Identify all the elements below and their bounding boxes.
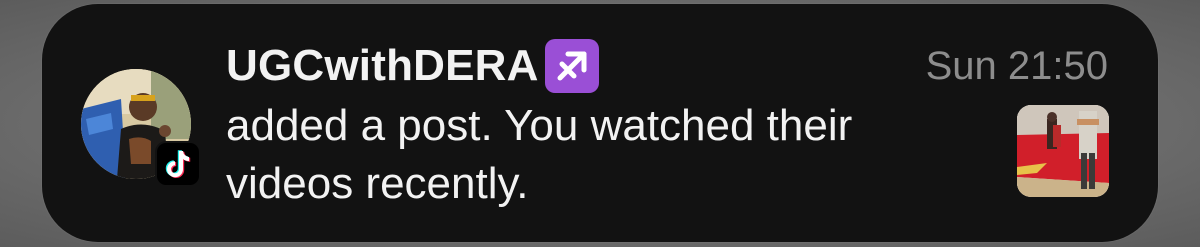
- sagittarius-emoji-icon: [544, 39, 599, 93]
- notification-header: UGCwithDERA: [226, 36, 599, 96]
- sender-avatar-group: [81, 69, 201, 187]
- tiktok-badge: [155, 141, 201, 187]
- post-thumbnail[interactable]: [1017, 105, 1109, 197]
- sender-name: UGCwithDERA: [226, 41, 539, 90]
- post-thumbnail-image: [1017, 105, 1109, 197]
- timestamp: Sun 21:50: [925, 44, 1108, 88]
- tiktok-icon: [165, 150, 191, 178]
- notification-message: added a post. You watched their videos r…: [226, 101, 853, 208]
